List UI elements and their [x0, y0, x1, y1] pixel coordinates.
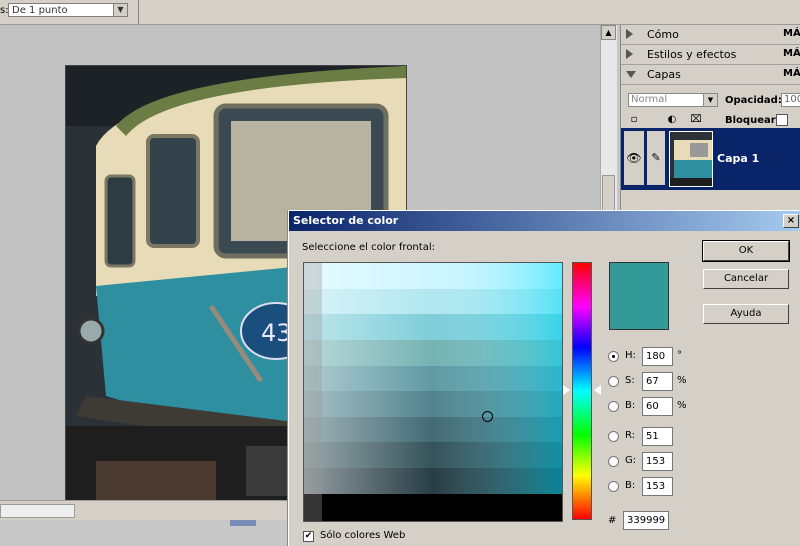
- sample-size-value: De 1 punto: [12, 5, 68, 16]
- tab-label: Cómo: [647, 28, 679, 41]
- lock-label: Bloquear:: [725, 115, 780, 126]
- field-label: R:: [625, 430, 636, 441]
- red-input[interactable]: 51: [642, 427, 673, 446]
- lock-transparency-checkbox[interactable]: [776, 114, 788, 126]
- slider-arrow-left-icon[interactable]: [563, 385, 570, 395]
- dialog-title: Selector de color: [293, 214, 399, 227]
- red-radio[interactable]: [608, 431, 619, 442]
- tab-label: Estilos y efectos: [647, 48, 737, 61]
- web-colors-label: Sólo colores Web: [320, 530, 406, 541]
- hex-input[interactable]: 339999: [623, 511, 669, 530]
- field-label: H:: [625, 350, 636, 361]
- trash-icon[interactable]: ⌧: [689, 113, 703, 127]
- layer-row[interactable]: 👁 ✎ Capa 1: [621, 128, 800, 190]
- cancel-button[interactable]: Cancelar: [703, 269, 789, 289]
- saturation-input[interactable]: 67: [642, 372, 673, 391]
- current-color-swatch: [609, 262, 669, 330]
- svg-text:43: 43: [261, 319, 292, 347]
- tab-capas[interactable]: Capas MÁ: [621, 65, 800, 85]
- status-bar: [0, 520, 300, 545]
- scrollbar-thumb[interactable]: [0, 504, 75, 518]
- close-icon[interactable]: ×: [783, 214, 799, 228]
- divider: [138, 0, 139, 24]
- chevron-down-icon[interactable]: ▼: [703, 94, 717, 106]
- color-selector-ring[interactable]: [482, 411, 493, 422]
- field-label: B:: [625, 480, 636, 491]
- green-radio[interactable]: [608, 456, 619, 467]
- brightness-radio[interactable]: [608, 401, 619, 412]
- brush-icon[interactable]: ✎: [647, 131, 665, 185]
- select-color-label: Seleccione el color frontal:: [302, 242, 435, 253]
- options-bar: s: De 1 punto ▼: [0, 0, 800, 25]
- chevron-down-icon[interactable]: ▼: [113, 4, 127, 16]
- tab-estilos[interactable]: Estilos y efectos MÁ: [621, 45, 800, 65]
- hue-radio[interactable]: [608, 351, 619, 362]
- tab-como[interactable]: Cómo MÁ: [621, 25, 800, 45]
- expand-arrow-icon[interactable]: [626, 49, 633, 59]
- saturation-radio[interactable]: [608, 376, 619, 387]
- palette-well: Cómo MÁ Estilos y efectos MÁ Capas MÁ No…: [620, 25, 800, 210]
- hue-input[interactable]: 180: [642, 347, 673, 366]
- opacity-field[interactable]: 100%: [781, 93, 800, 107]
- layer-name: Capa 1: [717, 152, 760, 165]
- help-button[interactable]: Ayuda: [703, 304, 789, 324]
- adjustment-layer-icon[interactable]: ◐: [665, 113, 679, 127]
- new-layer-icon[interactable]: ▫: [627, 113, 641, 127]
- blend-mode-value: Normal: [631, 94, 668, 105]
- eye-icon[interactable]: 👁: [624, 131, 644, 185]
- web-colors-checkbox[interactable]: ✔: [303, 531, 314, 542]
- field-unit: %: [677, 400, 687, 411]
- blue-input[interactable]: 153: [642, 477, 673, 496]
- field-unit: %: [677, 375, 687, 386]
- scroll-up-icon[interactable]: ▲: [601, 25, 616, 40]
- tab-label: Capas: [647, 68, 681, 81]
- field-label: S:: [625, 375, 635, 386]
- field-label: B:: [625, 400, 636, 411]
- ok-button[interactable]: OK: [702, 240, 790, 262]
- dialog-title-bar[interactable]: Selector de color: [289, 211, 800, 231]
- green-input[interactable]: 153: [642, 452, 673, 471]
- horizontal-scrollbar[interactable]: [0, 500, 300, 521]
- slider-arrow-right-icon[interactable]: [594, 385, 601, 395]
- status-arrow-icon[interactable]: [230, 520, 256, 526]
- hue-slider[interactable]: [572, 262, 592, 520]
- color-picker-dialog: Selector de color × Seleccione el color …: [288, 210, 800, 546]
- color-field[interactable]: [303, 262, 563, 522]
- more-menu[interactable]: MÁ: [783, 68, 800, 79]
- collapse-arrow-icon[interactable]: [626, 71, 636, 78]
- field-unit: °: [677, 350, 682, 361]
- layer-thumbnail: [669, 131, 713, 187]
- blue-radio[interactable]: [608, 481, 619, 492]
- sample-size-select[interactable]: De 1 punto ▼: [8, 3, 128, 17]
- field-label: G:: [625, 455, 637, 466]
- more-menu[interactable]: MÁ: [783, 28, 800, 39]
- hex-label: #: [608, 515, 617, 526]
- opacity-label: Opacidad:: [725, 95, 782, 106]
- brightness-input[interactable]: 60: [642, 397, 673, 416]
- blend-mode-select[interactable]: Normal ▼: [628, 93, 718, 107]
- more-menu[interactable]: MÁ: [783, 48, 800, 59]
- expand-arrow-icon[interactable]: [626, 29, 633, 39]
